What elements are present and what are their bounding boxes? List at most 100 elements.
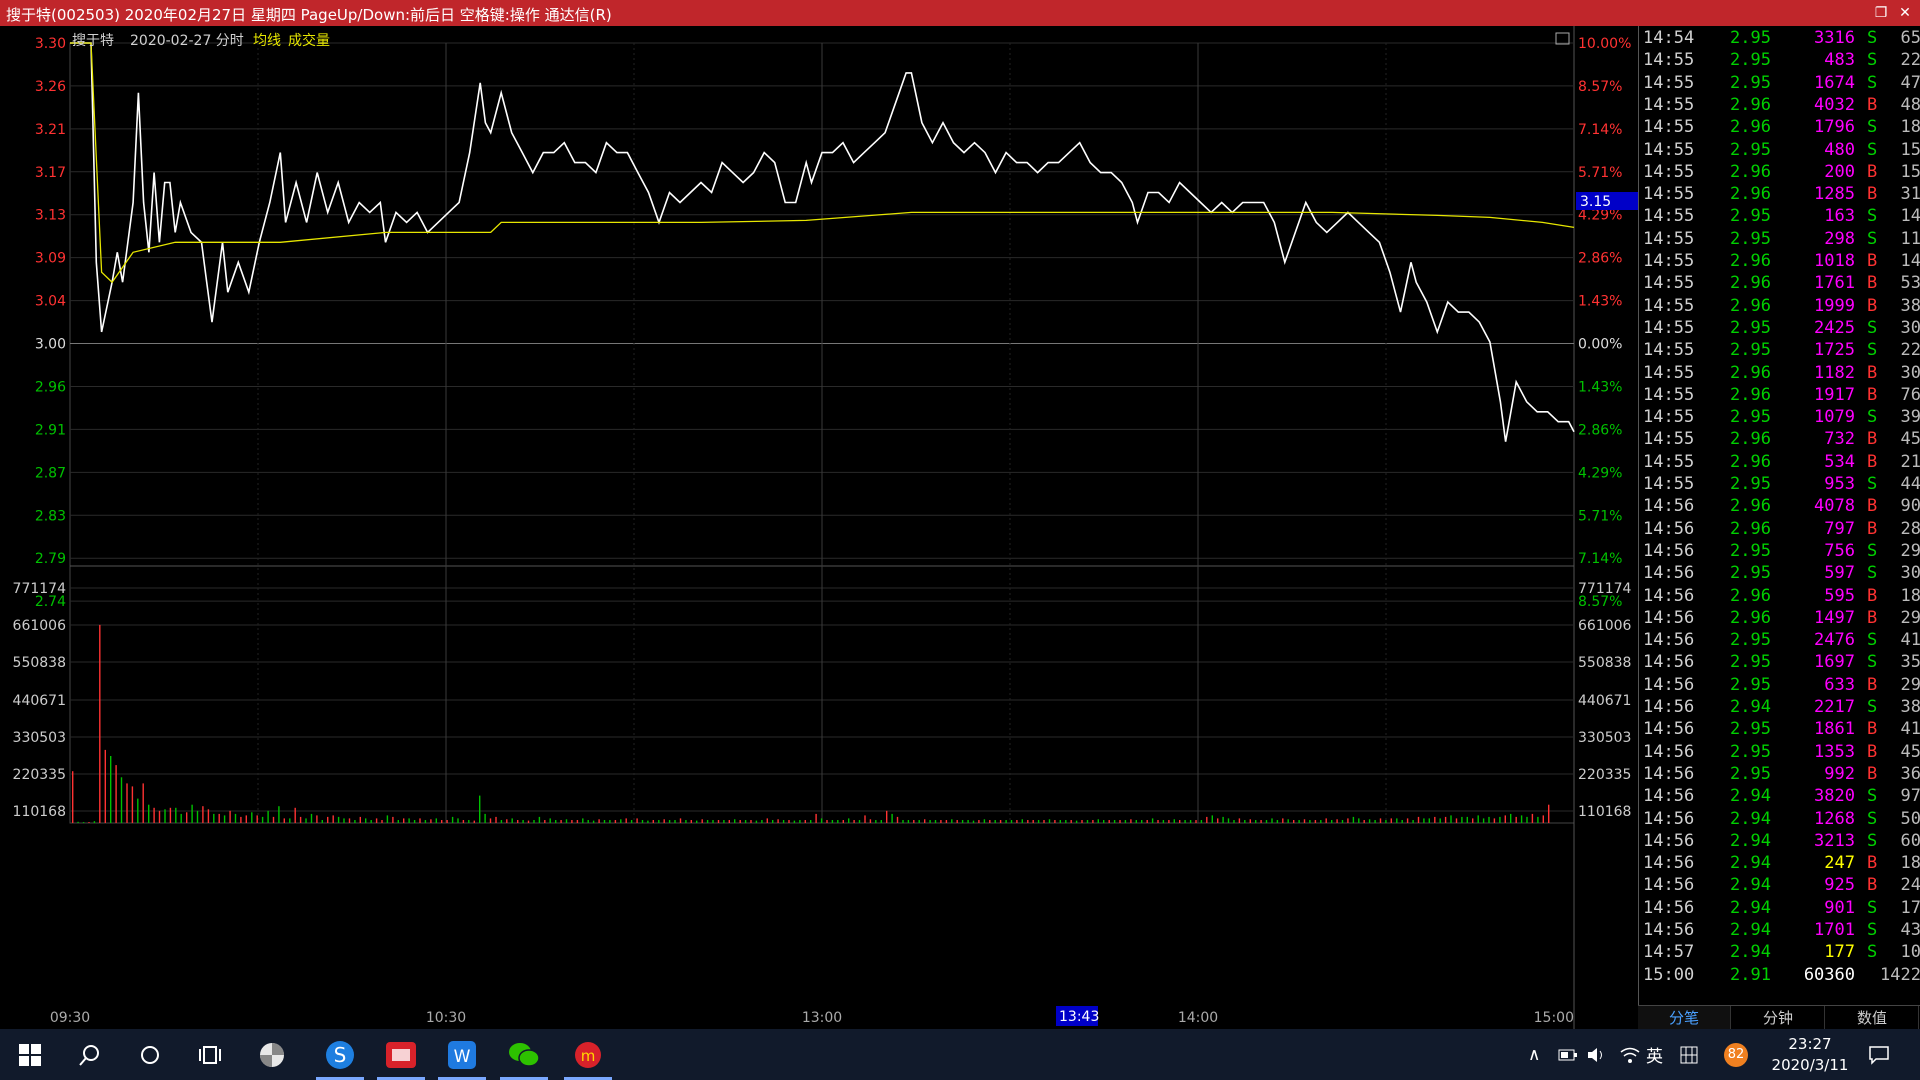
volume-bar	[1168, 820, 1170, 823]
volume-bar	[310, 813, 313, 823]
restore-icon[interactable]: ❐	[1870, 3, 1892, 23]
volume-bar	[202, 806, 204, 823]
price-tick-label: 3.30	[35, 36, 66, 52]
volume-bar	[728, 820, 730, 823]
tick-count: 50	[1900, 808, 1920, 829]
wechat-icon[interactable]	[496, 1029, 552, 1080]
tick-price: 2.95	[1730, 540, 1771, 561]
battery-icon[interactable]	[1558, 1029, 1578, 1080]
tick-list[interactable]: 14:54 2.95 3316 S 65 14:55 2.95 483 S 22 14:55 2.95…	[1638, 26, 1920, 1018]
volume-bar	[1309, 820, 1311, 823]
system-clock[interactable]: 23:27 2020/3/11	[1760, 1034, 1860, 1076]
volume-bar	[886, 810, 888, 823]
tick-price: 2.94	[1730, 786, 1771, 807]
intraday-chart[interactable]: 3.30 10.00% 3.26 8.57% 3.21 7.14% 3.17 5.71% 3.1…	[0, 26, 1638, 1053]
volume-bar	[999, 820, 1002, 823]
tick-row: 14:56 2.95 633 B 29	[1639, 674, 1920, 696]
volume-bar	[1325, 818, 1327, 823]
chart-canvas[interactable]: 3.30 10.00% 3.26 8.57% 3.21 7.14% 3.17 5.71% 3.1…	[0, 26, 1638, 1029]
tick-count: 45	[1900, 741, 1920, 762]
volume-bar	[229, 810, 231, 823]
tick-row: 14:56 2.94 925 B 24	[1639, 874, 1920, 896]
wifi-icon[interactable]	[1620, 1029, 1640, 1080]
tick-count: 97	[1900, 786, 1920, 807]
volume-bar	[1179, 820, 1181, 823]
volume-bar	[837, 820, 839, 823]
tick-row: 14:56 2.96 1497 B 29	[1639, 607, 1920, 629]
tab-minutes[interactable]: 分钟	[1732, 1006, 1825, 1030]
clock-time: 23:27	[1788, 1035, 1832, 1053]
tick-count: 43	[1900, 920, 1920, 940]
volume-tick-label-right: 220335	[1578, 767, 1631, 783]
volume-bar	[956, 820, 958, 823]
volume-bar	[495, 816, 497, 823]
volume-bar	[500, 820, 503, 823]
volume-bar	[462, 820, 465, 823]
volume-bar	[1450, 815, 1452, 823]
tick-row: 14:56 2.94 247 B 18	[1639, 852, 1920, 874]
volume-bar	[115, 765, 117, 823]
volume-icon[interactable]	[1586, 1029, 1606, 1080]
app-pinwheel-icon[interactable]	[244, 1029, 300, 1080]
tick-price: 2.96	[1730, 117, 1771, 138]
volume-bar	[164, 809, 166, 823]
volume-bar	[213, 813, 215, 823]
volume-bar	[592, 820, 595, 823]
action-center-icon[interactable]	[1868, 1029, 1890, 1080]
volume-bar	[1065, 820, 1067, 823]
volume-bar	[1298, 820, 1300, 823]
tab-values[interactable]: 数值	[1826, 1006, 1919, 1030]
volume-bar	[169, 807, 172, 823]
ime-indicator[interactable]: 英	[1646, 1029, 1663, 1080]
tick-time: 14:56	[1643, 786, 1695, 807]
finance-app-icon[interactable]: m	[560, 1029, 616, 1080]
start-icon[interactable]	[2, 1029, 58, 1080]
volume-bar	[272, 816, 275, 823]
close-icon[interactable]: ✕	[1894, 3, 1916, 23]
volume-bar	[978, 820, 980, 823]
tick-volume: 1018	[1814, 251, 1855, 271]
tdx-app-icon[interactable]	[373, 1029, 429, 1080]
volume-bar	[1358, 818, 1360, 823]
ime-grid-icon[interactable]	[1680, 1029, 1698, 1080]
volume-bar	[603, 820, 606, 823]
volume-bar	[1477, 815, 1479, 823]
volume-tick-label: 440671	[13, 693, 66, 709]
tick-side: S	[1867, 317, 1878, 338]
wps-writer-icon[interactable]: W	[434, 1029, 490, 1080]
tab-ticks[interactable]: 分笔	[1638, 1006, 1731, 1030]
volume-bar	[544, 820, 546, 823]
price-tick-label: 3.13	[35, 208, 66, 224]
sogou-browser-icon[interactable]: S	[312, 1029, 368, 1080]
volume-bar	[1374, 820, 1376, 823]
volume-bar	[1542, 815, 1544, 823]
volume-bar	[479, 795, 481, 823]
tick-count: 41	[1900, 719, 1920, 740]
volume-bar	[1314, 820, 1317, 823]
tick-time: 14:56	[1643, 652, 1695, 673]
volume-bar	[538, 816, 541, 823]
tick-side: S	[1867, 117, 1878, 138]
tick-row: 14:55 2.95 480 S 15	[1639, 139, 1920, 161]
volume-bar	[924, 819, 926, 823]
tick-price: 2.95	[1730, 317, 1771, 338]
tick-side: B	[1867, 295, 1878, 316]
volume-bar	[842, 820, 844, 823]
notification-badge[interactable]: 82	[1724, 1029, 1748, 1080]
volume-bar	[896, 816, 899, 823]
volume-bar	[370, 820, 372, 823]
tick-row: 14:57 2.94 177 S 10	[1639, 941, 1920, 963]
tick-side: B	[1867, 251, 1878, 271]
tick-time: 14:55	[1643, 317, 1695, 338]
expand-icon[interactable]	[1555, 32, 1570, 45]
task-view-icon[interactable]	[182, 1029, 238, 1080]
volume-bar	[348, 818, 351, 823]
tick-row: 14:55 2.96 1999 B 38	[1639, 295, 1920, 317]
volume-bar	[864, 815, 866, 823]
volume-bar	[555, 820, 557, 823]
volume-bar	[1537, 816, 1539, 823]
tray-chevron-icon[interactable]: ∧	[1528, 1029, 1540, 1080]
search-icon[interactable]	[62, 1029, 118, 1080]
cortana-icon[interactable]	[122, 1029, 178, 1080]
volume-bar	[1396, 818, 1398, 823]
